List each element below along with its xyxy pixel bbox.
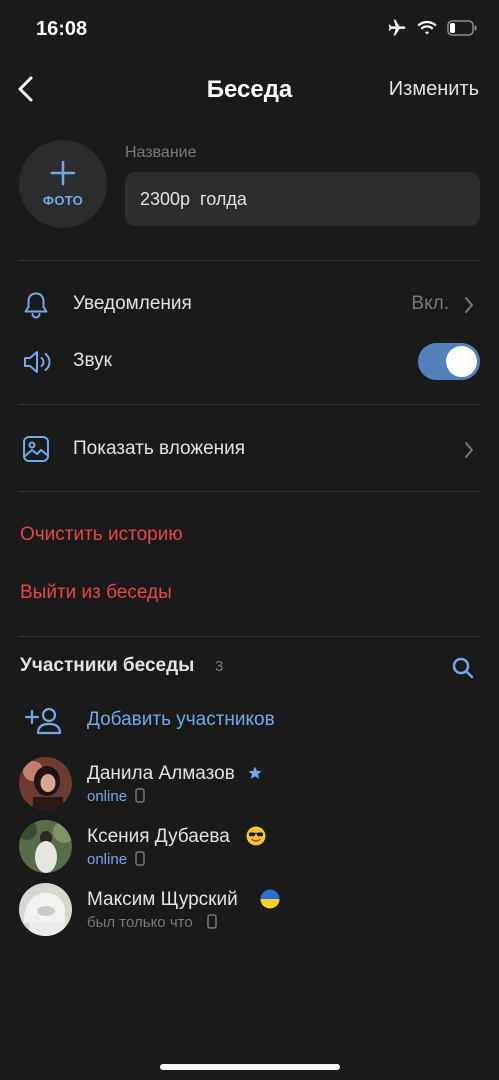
status-time: 16:08	[36, 18, 88, 40]
chevron-right-icon	[465, 442, 473, 458]
divider	[19, 260, 480, 261]
sunglasses-emoji-icon	[246, 826, 266, 846]
member-status: был только что	[87, 914, 193, 931]
member-status: online	[87, 788, 128, 805]
notifications-value: Вкл.	[411, 293, 449, 314]
list-item[interactable]: Максим Щурский был только что	[0, 881, 499, 939]
airplane-icon	[388, 19, 406, 36]
add-photo-button[interactable]: ФОТО	[19, 140, 107, 228]
attachments-label: Показать вложения	[73, 438, 246, 459]
divider	[19, 404, 480, 405]
member-name: Данила Алмазов	[87, 763, 235, 784]
sound-label: Звук	[73, 350, 112, 371]
list-item[interactable]: Данила Алмазов online	[0, 755, 499, 813]
ukraine-flag-icon	[260, 889, 280, 909]
member-name: Ксения Дубаева	[87, 826, 230, 847]
members-title: Участники беседы	[20, 655, 195, 676]
plus-icon	[50, 160, 76, 186]
home-indicator[interactable]	[160, 1064, 340, 1070]
avatar	[19, 757, 72, 810]
add-members-row[interactable]: Добавить участников	[0, 700, 499, 744]
attachments-row[interactable]: Показать вложения	[0, 424, 499, 474]
star-icon	[248, 766, 262, 779]
mobile-icon	[135, 851, 145, 866]
chevron-right-icon	[465, 297, 473, 313]
mobile-icon	[135, 788, 145, 803]
photo-label: ФОТО	[42, 193, 84, 208]
mobile-icon	[207, 914, 217, 929]
speaker-icon	[24, 351, 51, 373]
add-user-icon	[24, 707, 62, 735]
notifications-label: Уведомления	[73, 293, 192, 314]
edit-button[interactable]: Изменить	[389, 78, 479, 101]
add-members-label: Добавить участников	[87, 709, 275, 730]
clear-history-button[interactable]: Очистить историю	[20, 524, 183, 546]
chat-name-input[interactable]	[125, 172, 480, 226]
bell-icon	[24, 292, 48, 319]
notifications-row[interactable]: Уведомления Вкл.	[0, 280, 499, 330]
wifi-icon	[417, 20, 437, 35]
list-item[interactable]: Ксения Дубаева online	[0, 818, 499, 876]
member-status: online	[87, 851, 128, 868]
search-icon[interactable]	[451, 656, 475, 680]
sound-toggle[interactable]	[418, 343, 480, 380]
name-label: Название	[125, 144, 197, 161]
divider	[19, 491, 480, 492]
members-count: 3	[215, 658, 224, 675]
image-icon	[23, 436, 49, 462]
avatar	[19, 883, 72, 936]
battery-icon	[447, 20, 477, 36]
leave-chat-button[interactable]: Выйти из беседы	[20, 582, 172, 604]
toggle-knob	[446, 346, 477, 377]
divider	[19, 636, 480, 637]
status-icons	[387, 18, 477, 38]
member-name: Максим Щурский	[87, 889, 238, 910]
avatar	[19, 820, 72, 873]
